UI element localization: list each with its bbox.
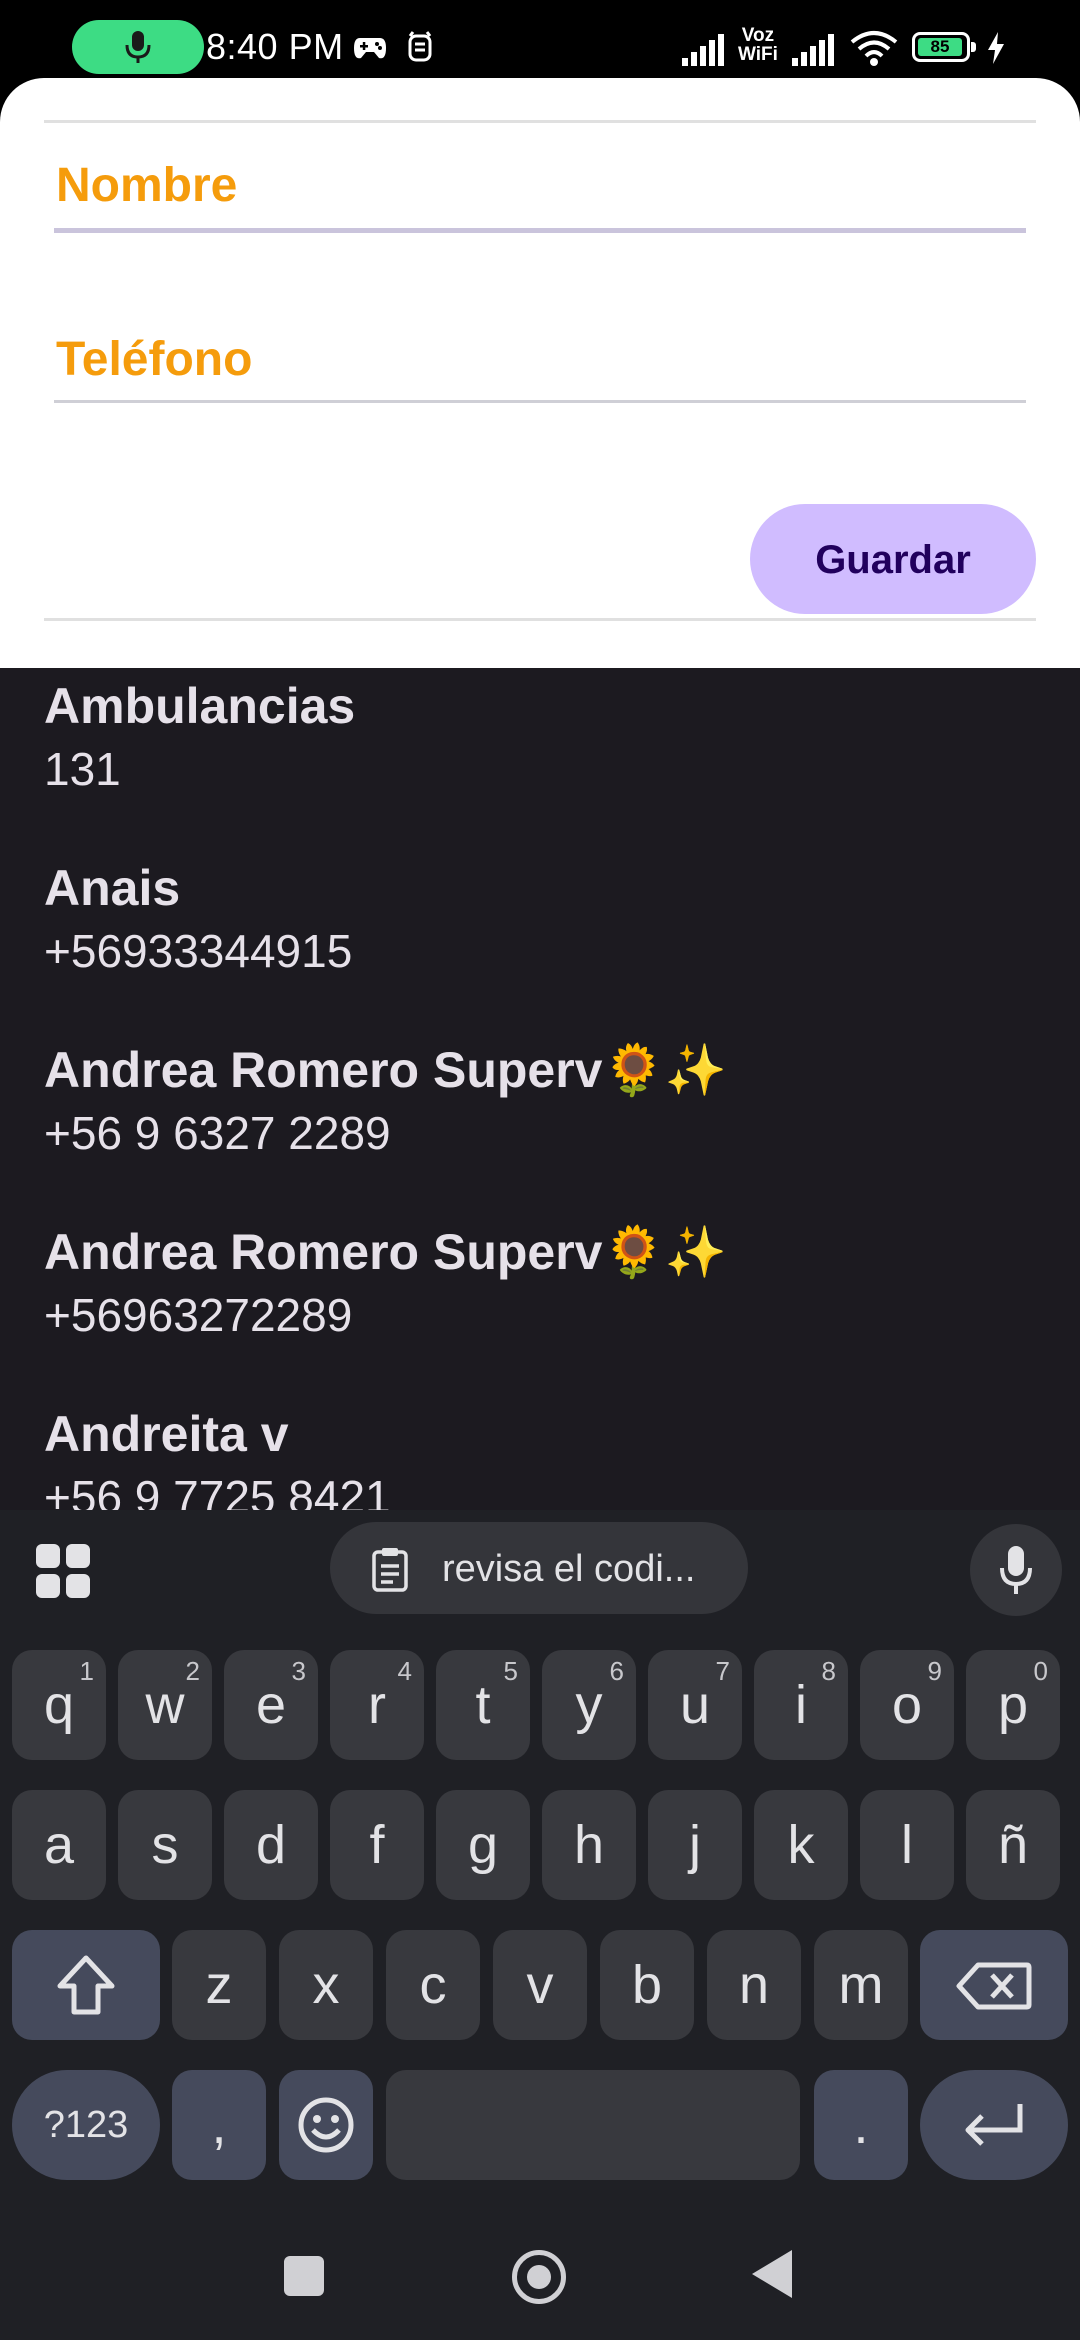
key-v[interactable]: v bbox=[493, 1930, 587, 2040]
key-u[interactable]: u7 bbox=[648, 1650, 742, 1760]
key-t[interactable]: t5 bbox=[436, 1650, 530, 1760]
enter-icon bbox=[965, 2104, 1023, 2146]
list-item[interactable]: Andrea Romero Superv🌻✨ +56963272289 bbox=[44, 1222, 1044, 1344]
back-icon[interactable] bbox=[752, 2250, 792, 2298]
shift-icon bbox=[57, 1955, 115, 2015]
symbols-key[interactable]: ?123 bbox=[12, 2070, 160, 2180]
wifi-icon bbox=[850, 31, 898, 66]
key-n[interactable]: n bbox=[707, 1930, 801, 2040]
name-field-underline bbox=[54, 228, 1026, 233]
list-item[interactable]: Ambulancias 131 bbox=[44, 676, 1044, 798]
key-s[interactable]: s bbox=[118, 1790, 212, 1900]
list-item[interactable]: Andreita v +56 9 7725 8421 bbox=[44, 1404, 1044, 1510]
contact-name: Andrea Romero Superv🌻✨ bbox=[44, 1042, 727, 1098]
charging-icon bbox=[988, 32, 1004, 64]
key-l[interactable]: l bbox=[860, 1790, 954, 1900]
key-w[interactable]: w2 bbox=[118, 1650, 212, 1760]
game-controller-icon bbox=[354, 38, 386, 59]
home-icon[interactable] bbox=[512, 2250, 566, 2304]
key-z[interactable]: z bbox=[172, 1930, 266, 2040]
voice-input-button[interactable] bbox=[970, 1524, 1062, 1616]
recents-icon[interactable] bbox=[284, 2256, 324, 2296]
key-q[interactable]: q1 bbox=[12, 1650, 106, 1760]
battery-icon: 85 bbox=[912, 32, 976, 62]
contact-name: Andreita v bbox=[44, 1406, 289, 1462]
contact-name: Anais bbox=[44, 860, 181, 916]
key-n-tilde[interactable]: ñ bbox=[966, 1790, 1060, 1900]
key-g[interactable]: g bbox=[436, 1790, 530, 1900]
key-d[interactable]: d bbox=[224, 1790, 318, 1900]
contact-list[interactable]: Ambulancias 131 Anais +56933344915 Andre… bbox=[0, 668, 1080, 1510]
emoji-key[interactable] bbox=[279, 2070, 373, 2180]
microphone-icon bbox=[1000, 1546, 1032, 1594]
backspace-key[interactable] bbox=[920, 1930, 1068, 2040]
bottom-divider bbox=[44, 618, 1036, 621]
clipboard-icon bbox=[372, 1548, 408, 1592]
name-field[interactable] bbox=[54, 148, 1026, 234]
contact-name: Andrea Romero Superv🌻✨ bbox=[44, 1224, 727, 1280]
apps-grid-icon[interactable] bbox=[36, 1544, 90, 1598]
key-h[interactable]: h bbox=[542, 1790, 636, 1900]
clipboard-suggestion[interactable]: revisa el codi... bbox=[330, 1522, 748, 1614]
signal-icon bbox=[682, 34, 724, 66]
key-y[interactable]: y6 bbox=[542, 1650, 636, 1760]
key-e[interactable]: e3 bbox=[224, 1650, 318, 1760]
clipboard-text: revisa el codi... bbox=[442, 1548, 696, 1590]
key-o[interactable]: o9 bbox=[860, 1650, 954, 1760]
contact-phone: +56 9 7725 8421 bbox=[44, 1471, 391, 1510]
contact-phone: +56933344915 bbox=[44, 925, 353, 977]
keyboard-toolbar: revisa el codi... bbox=[0, 1510, 1080, 1616]
phone-field[interactable] bbox=[54, 322, 1026, 408]
comma-key[interactable]: , bbox=[172, 2070, 266, 2180]
key-m[interactable]: m bbox=[814, 1930, 908, 2040]
contact-phone: +56 9 6327 2289 bbox=[44, 1107, 391, 1159]
space-key[interactable] bbox=[386, 2070, 800, 2180]
alarm-icon bbox=[408, 31, 432, 62]
voz-wifi-label: Voz WiFi bbox=[738, 25, 778, 65]
mic-icon bbox=[125, 31, 151, 63]
key-k[interactable]: k bbox=[754, 1790, 848, 1900]
save-button[interactable]: Guardar bbox=[750, 504, 1036, 614]
phone-field-underline bbox=[54, 400, 1026, 403]
contact-name: Ambulancias bbox=[44, 678, 356, 734]
signal-icon bbox=[792, 34, 834, 66]
key-a[interactable]: a bbox=[12, 1790, 106, 1900]
period-key[interactable]: . bbox=[814, 2070, 908, 2180]
key-r[interactable]: r4 bbox=[330, 1650, 424, 1760]
key-c[interactable]: c bbox=[386, 1930, 480, 2040]
shift-key[interactable] bbox=[12, 1930, 160, 2040]
enter-key[interactable] bbox=[920, 2070, 1068, 2180]
top-divider bbox=[44, 120, 1036, 123]
status-bar: 8:40 PM Voz WiFi 85 bbox=[0, 0, 1080, 76]
list-item[interactable]: Anais +56933344915 bbox=[44, 858, 1044, 980]
emoji-icon bbox=[298, 2097, 354, 2153]
key-i[interactable]: i8 bbox=[754, 1650, 848, 1760]
mic-active-indicator[interactable] bbox=[72, 20, 204, 74]
key-b[interactable]: b bbox=[600, 1930, 694, 2040]
key-x[interactable]: x bbox=[279, 1930, 373, 2040]
contact-phone: +56963272289 bbox=[44, 1289, 353, 1341]
status-time: 8:40 PM bbox=[206, 26, 344, 67]
navigation-bar bbox=[0, 2180, 1080, 2340]
backspace-icon bbox=[956, 1962, 1032, 2010]
key-p[interactable]: p0 bbox=[966, 1650, 1060, 1760]
key-j[interactable]: j bbox=[648, 1790, 742, 1900]
key-f[interactable]: f bbox=[330, 1790, 424, 1900]
contact-form: Nombre Teléfono Guardar bbox=[0, 78, 1080, 668]
contact-phone: 131 bbox=[44, 743, 121, 795]
list-item[interactable]: Andrea Romero Superv🌻✨ +56 9 6327 2289 bbox=[44, 1040, 1044, 1162]
